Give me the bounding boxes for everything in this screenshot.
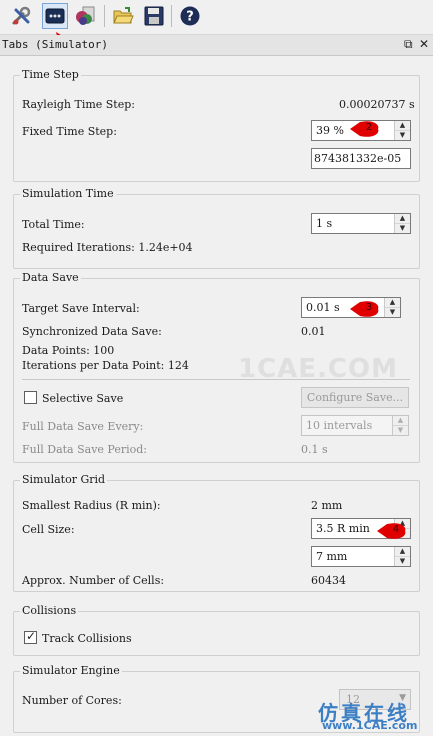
tools-icon (12, 6, 31, 25)
spin-arrows[interactable]: ▲▼ (394, 214, 410, 233)
spin-down-icon[interactable]: ▼ (395, 131, 410, 140)
svg-text:?: ? (186, 10, 194, 25)
simulator-grid-title: Simulator Grid (20, 473, 108, 486)
cell-size-label: Cell Size: (22, 523, 75, 536)
fixed-step-seconds-input[interactable]: 874381332e-05 (311, 148, 411, 169)
full-save-every-input[interactable]: 10 intervals ▲ ▼ (301, 415, 409, 436)
simulator-tab-icon (45, 8, 65, 24)
save-button[interactable] (141, 3, 167, 29)
float-icon[interactable]: ⧉ (404, 37, 413, 52)
rmin-value: 2 mm (311, 499, 343, 512)
open-folder-icon (113, 7, 134, 24)
spin-up-icon[interactable]: ▲ (395, 214, 410, 224)
track-collisions-checkbox[interactable]: ✓ (24, 629, 37, 644)
sync-save-value: 0.01 (301, 325, 326, 338)
configure-save-button[interactable]: Configure Save... (301, 387, 409, 408)
spin-arrows[interactable]: ▲▼ (394, 547, 410, 566)
cores-label: Number of Cores: (22, 694, 122, 707)
spin-arrows[interactable]: ▲▼ (392, 416, 408, 435)
spin-arrows[interactable]: ▲▼ (394, 121, 410, 140)
approx-cells-value: 60434 (311, 574, 346, 587)
toolbar-separator (104, 5, 105, 27)
iterations-per-point: Iterations per Data Point: 124 (22, 359, 189, 372)
target-interval-label: Target Save Interval: (22, 302, 140, 315)
full-save-every-label: Full Data Save Every: (22, 420, 144, 433)
required-iterations: Required Iterations: 1.24e+04 (22, 241, 193, 254)
spin-up-icon[interactable]: ▲ (393, 416, 408, 426)
spin-up-icon[interactable]: ▲ (395, 547, 410, 557)
collisions-title: Collisions (20, 604, 79, 617)
spin-down-icon[interactable]: ▼ (395, 224, 410, 233)
rayleigh-value: 0.00020737 s (339, 98, 415, 111)
target-interval-value: 0.01 s (306, 301, 340, 314)
spin-up-icon[interactable]: ▲ (385, 298, 400, 308)
total-time-input[interactable]: 1 s ▲ ▼ (311, 213, 411, 234)
open-button[interactable] (110, 3, 136, 29)
fixed-step-label: Fixed Time Step: (22, 125, 117, 138)
full-save-every-value: 10 intervals (306, 419, 373, 432)
annotation-marker-4: 4 (377, 522, 407, 540)
rayleigh-label: Rayleigh Time Step: (22, 98, 135, 111)
spin-down-icon[interactable]: ▼ (395, 557, 410, 566)
save-disk-icon (144, 6, 164, 26)
simulator-tab-button[interactable] (42, 3, 68, 29)
fixed-step-percent-value: 39 % (316, 124, 344, 137)
total-time-label: Total Time: (22, 218, 85, 231)
divider (22, 379, 410, 380)
spin-down-icon[interactable]: ▼ (393, 426, 408, 435)
cell-size-mm-input[interactable]: 7 mm ▲ ▼ (311, 546, 411, 567)
spin-down-icon[interactable]: ▼ (385, 308, 400, 317)
data-save-title: Data Save (20, 271, 81, 284)
fixed-step-seconds-value: 874381332e-05 (314, 152, 402, 165)
full-save-period-label: Full Data Save Period: (22, 443, 147, 456)
brand-url: www.1CAE.com (322, 719, 418, 732)
close-icon[interactable]: ✕ (419, 37, 429, 51)
track-collisions-label: Track Collisions (42, 632, 132, 645)
panel-title: Tabs (Simulator) (2, 38, 108, 51)
rmin-label: Smallest Radius (R min): (22, 499, 161, 512)
cell-size-mm-value: 7 mm (316, 550, 348, 563)
engine-title: Simulator Engine (20, 664, 122, 677)
annotation-marker-3: 3 (350, 300, 380, 318)
simulation-time-title: Simulation Time (20, 187, 116, 200)
toolbar-separator (171, 5, 172, 27)
checkmark-icon: ✓ (26, 629, 37, 643)
cell-size-value: 3.5 R min (316, 522, 370, 535)
help-button[interactable]: ? (177, 3, 203, 29)
annotation-marker-2: 2 (350, 120, 380, 138)
help-icon: ? (180, 6, 200, 26)
selective-save-checkbox[interactable] (24, 391, 37, 404)
time-step-title: Time Step (20, 68, 81, 81)
full-save-period-value: 0.1 s (301, 443, 328, 456)
total-time-value: 1 s (316, 217, 333, 230)
panel-titlebar: Tabs (Simulator) ⧉ ✕ (0, 35, 433, 56)
spin-up-icon[interactable]: ▲ (395, 121, 410, 131)
data-points: Data Points: 100 (22, 344, 115, 357)
approx-cells-label: Approx. Number of Cells: (22, 574, 165, 587)
sync-save-label: Synchronized Data Save: (22, 325, 162, 338)
tools-button[interactable] (9, 3, 35, 29)
particles-button[interactable] (72, 3, 98, 29)
spin-arrows[interactable]: ▲▼ (384, 298, 400, 317)
selective-save-label: Selective Save (42, 392, 124, 405)
particles-icon (76, 6, 95, 25)
